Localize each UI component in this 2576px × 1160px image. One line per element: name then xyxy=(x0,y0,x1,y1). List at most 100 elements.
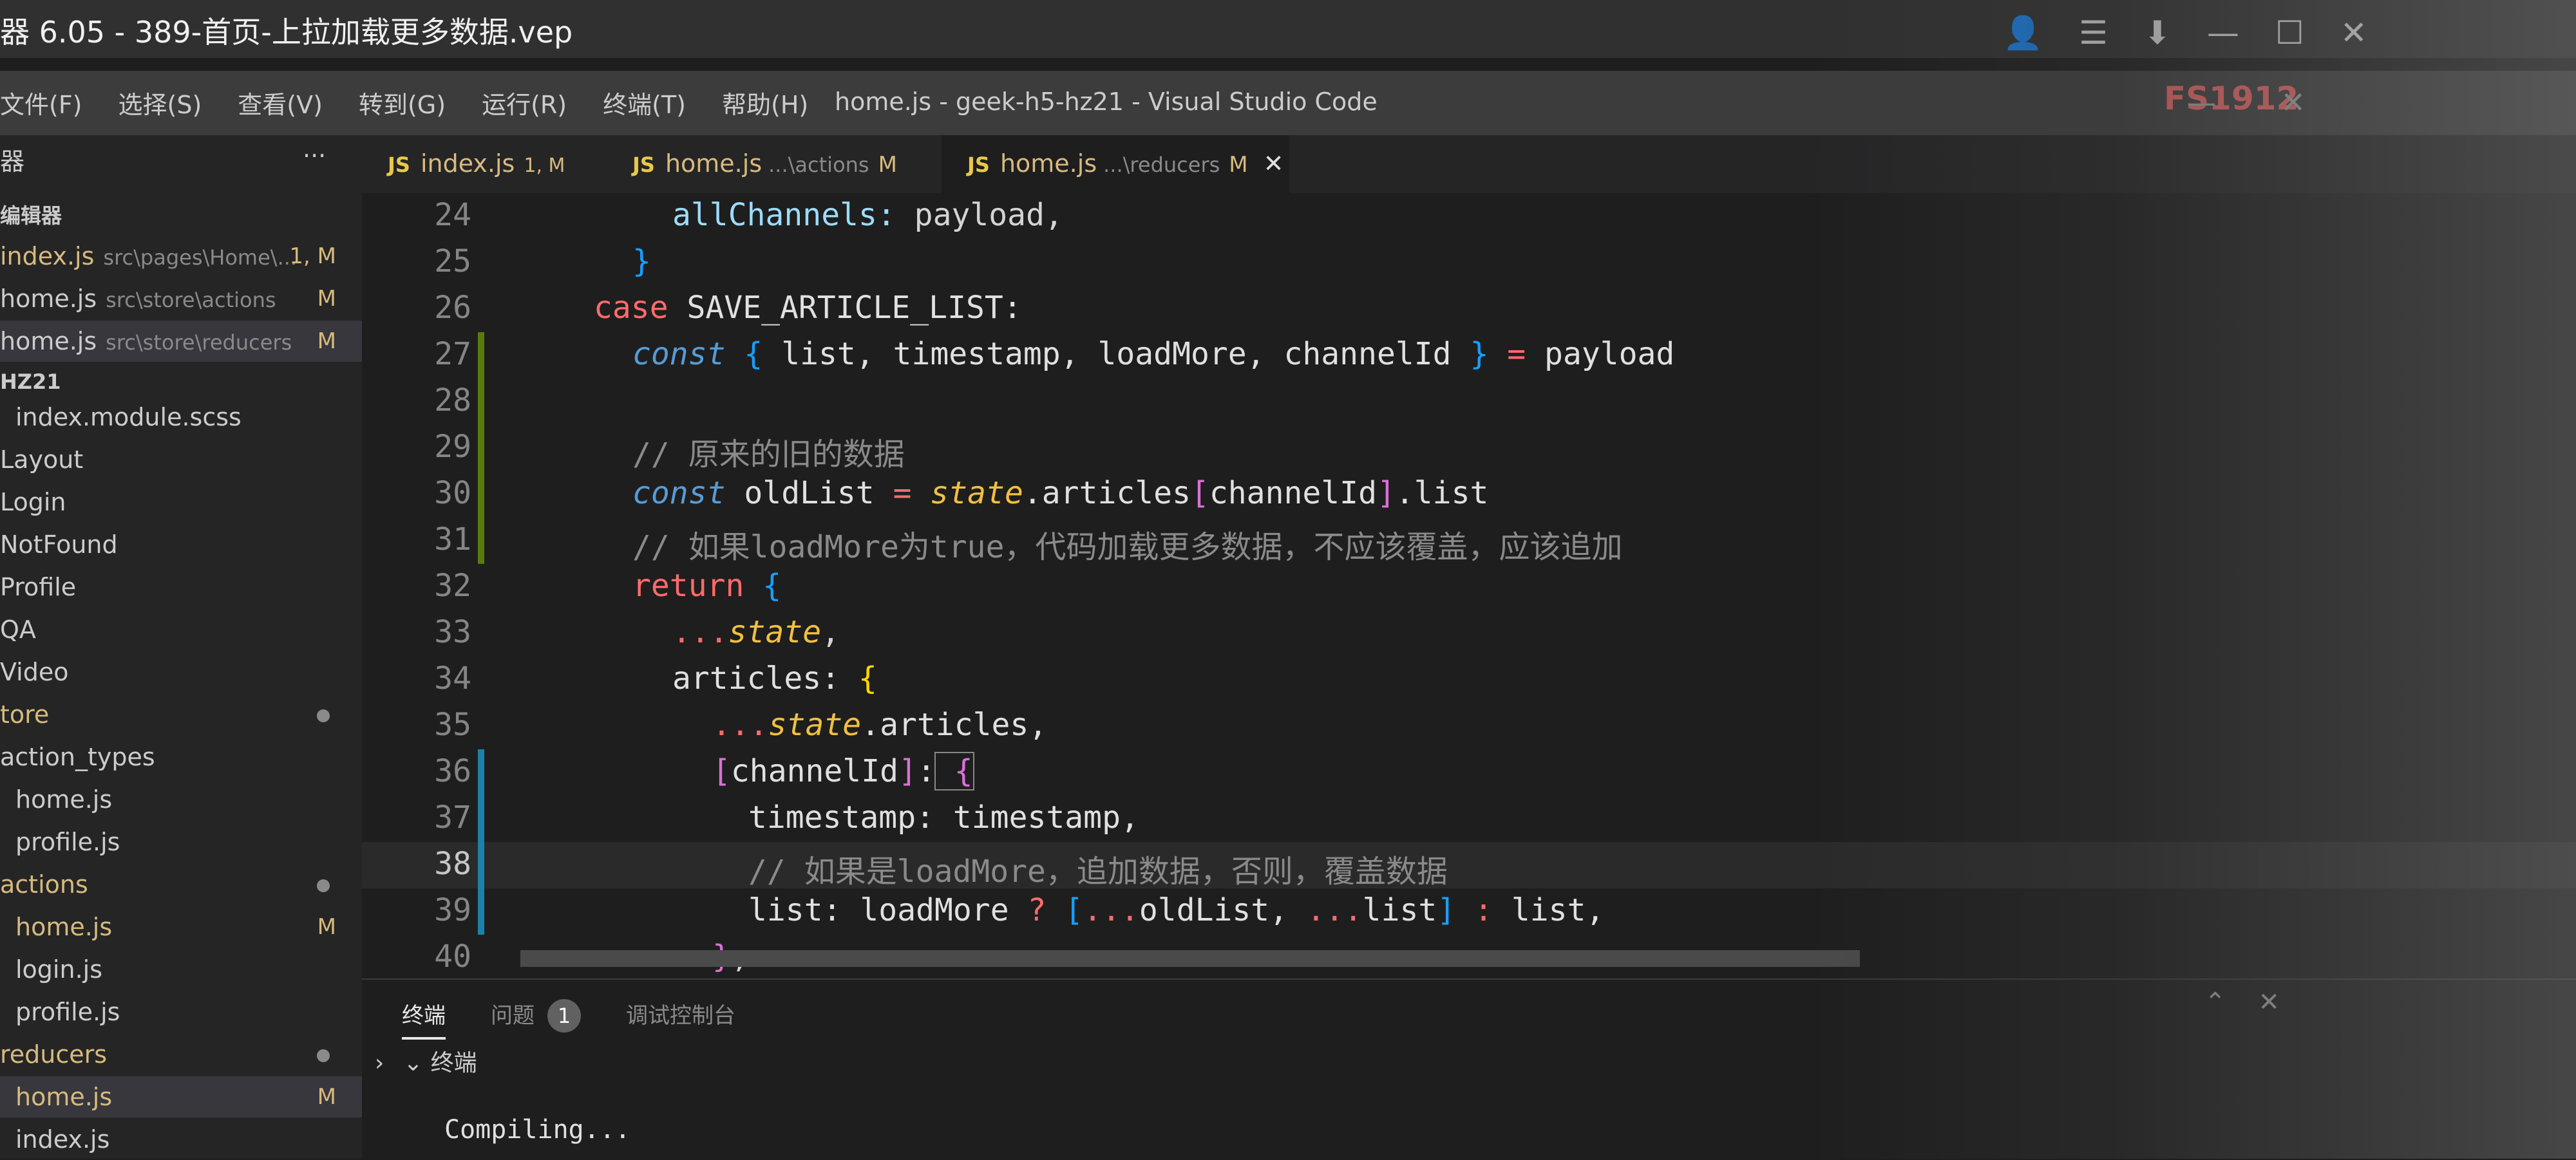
tree-item[interactable]: Profile xyxy=(0,566,362,608)
menu-go[interactable]: 转到(G) xyxy=(359,85,446,120)
close-window-icon[interactable]: ✕ xyxy=(2280,85,2306,120)
tree-folder[interactable]: action_types xyxy=(0,736,362,778)
code-token: ... xyxy=(1288,892,1363,928)
menu-file[interactable]: 文件(F) xyxy=(0,85,82,120)
user-icon[interactable]: 👤 xyxy=(2003,14,2043,52)
code-line: 25} xyxy=(362,239,2576,286)
open-editor-item[interactable]: home.js src\store\reducers M xyxy=(0,321,362,362)
file-badge: M xyxy=(317,328,336,354)
tab-debug-console[interactable]: 调试控制台 xyxy=(626,998,735,1040)
tree-item[interactable]: login.js xyxy=(0,949,362,990)
menu-view[interactable]: 查看(V) xyxy=(238,85,323,120)
tree-folder[interactable]: tore xyxy=(0,694,362,735)
download-icon[interactable]: ⬇ xyxy=(2144,14,2171,52)
tree-item[interactable]: Video xyxy=(0,651,362,693)
code-token: return xyxy=(632,568,744,604)
code-token: payload, xyxy=(895,197,1063,233)
tree-item[interactable]: profile.js xyxy=(0,821,362,863)
tree-item[interactable]: index.module.scss xyxy=(0,397,362,438)
tree-item[interactable]: home.js M xyxy=(0,906,362,948)
close-icon[interactable]: ✕ xyxy=(2340,14,2367,52)
line-number: 25 xyxy=(434,243,471,279)
maximize-icon[interactable]: ☐ xyxy=(2275,14,2304,52)
code-token: state xyxy=(911,475,1023,511)
menu-help[interactable]: 帮助(H) xyxy=(722,85,808,120)
code-line: 34 articles: { xyxy=(362,657,2576,703)
tree-folder[interactable]: reducers xyxy=(0,1034,362,1075)
tree-item[interactable]: profile.js xyxy=(0,991,362,1033)
code-editor[interactable]: 24 allChannels: payload, 25} 26 case SAVE_… xyxy=(362,193,2576,978)
git-added-marker xyxy=(478,379,484,425)
code-token: .list xyxy=(1395,475,1489,511)
git-added-marker xyxy=(478,332,484,379)
tree-item[interactable]: home.js xyxy=(0,779,362,820)
tab-terminal[interactable]: 终端 xyxy=(402,998,446,1040)
open-editor-item[interactable]: index.js src\pages\Home\... 1, M xyxy=(0,236,362,277)
tree-item[interactable]: NotFound xyxy=(0,524,362,565)
line-number: 33 xyxy=(434,614,471,650)
window-title: home.js - geek-h5-hz21 - Visual Studio C… xyxy=(835,88,1378,116)
open-editor-item[interactable]: home.js src\store\actions M xyxy=(0,278,362,319)
code-line: 27 const { list, timestamp, loadMore, cha… xyxy=(362,332,2576,379)
explorer-label: 器 xyxy=(0,147,25,176)
code-token: ... xyxy=(712,707,768,743)
player-controls: 👤 ☰ ⬇ — ☐ ✕ xyxy=(2003,14,2367,52)
player-title-bar: 器 6.05 - 389-首页-上拉加载更多数据.vep 👤 ☰ ⬇ — ☐ ✕ xyxy=(0,0,2576,58)
code-token: } xyxy=(632,243,651,279)
tab-home-actions[interactable]: JS home.js ...\actions M xyxy=(607,135,942,193)
file-path: src\store\reducers xyxy=(106,330,292,355)
code-token: oldList, xyxy=(1139,892,1289,928)
tree-item[interactable]: Login xyxy=(0,482,362,523)
tree-item-label: action_types xyxy=(0,743,155,771)
open-editors-header[interactable]: 编辑器 xyxy=(0,193,362,234)
tree-item[interactable]: home.js M xyxy=(0,1076,362,1118)
tab-close-icon[interactable]: ✕ xyxy=(1264,149,1284,178)
horizontal-scrollbar[interactable] xyxy=(520,950,1860,967)
tree-item[interactable]: Layout xyxy=(0,439,362,480)
tab-path: ...\reducers xyxy=(1103,153,1220,177)
close-panel-icon[interactable]: ✕ xyxy=(2258,987,2280,1017)
chevron-up-icon[interactable]: ⌃ xyxy=(2204,987,2226,1017)
tree-item-label: Video xyxy=(0,658,69,686)
code-token: payload xyxy=(1526,336,1675,372)
tab-home-reducers[interactable]: JS home.js ...\reducers M ✕ xyxy=(942,135,1289,193)
terminal-output: Compiling... xyxy=(444,1115,630,1145)
tree-item[interactable]: QA xyxy=(0,609,362,650)
tree-item-label: Login xyxy=(0,488,66,516)
code-line: 29 // 原来的旧的数据 xyxy=(362,425,2576,472)
tab-problems[interactable]: 问题 1 xyxy=(491,998,581,1040)
code-token: { xyxy=(744,568,782,604)
file-badge: M xyxy=(317,914,336,940)
chevron-down-icon[interactable]: ⌄ xyxy=(403,1050,422,1076)
menu-selection[interactable]: 选择(S) xyxy=(118,85,202,120)
menu-run[interactable]: 运行(R) xyxy=(482,85,567,120)
terminal-header[interactable]: › ⌄ 终端 xyxy=(375,1044,477,1078)
tab-index-js[interactable]: JS index.js 1, M xyxy=(362,135,607,193)
code-token: list, xyxy=(1492,892,1605,928)
code-token: { xyxy=(934,752,974,790)
tree-item-label: profile.js xyxy=(15,828,120,856)
minimize-window-icon[interactable]: — xyxy=(2186,85,2216,120)
tree-item[interactable]: index.js xyxy=(0,1119,362,1159)
git-modified-marker xyxy=(478,888,484,935)
code-token: list, timestamp, loadMore, channelId xyxy=(762,336,1452,372)
code-comment: // 如果是loadMore，追加数据，否则，覆盖数据 xyxy=(748,854,1448,890)
tree-folder[interactable]: actions xyxy=(0,864,362,905)
code-line: 37 timestamp: timestamp, xyxy=(362,796,2576,842)
git-modified-marker xyxy=(478,749,484,796)
line-number: 35 xyxy=(434,707,471,743)
list-icon[interactable]: ☰ xyxy=(2079,14,2108,52)
more-actions-icon[interactable]: ··· xyxy=(303,142,326,170)
tree-item-label: Profile xyxy=(0,573,77,601)
code-line: 31 // 如果loadMore为true，代码加载更多数据，不应该覆盖，应该追加 xyxy=(362,518,2576,565)
file-name: index.js xyxy=(0,242,95,270)
minimize-icon[interactable]: — xyxy=(2207,14,2239,52)
chevron-right-icon[interactable]: › xyxy=(375,1050,384,1076)
code-token: [ xyxy=(1190,475,1209,511)
code-token: } xyxy=(1451,336,1489,372)
code-line: 26 case SAVE_ARTICLE_LIST: xyxy=(362,286,2576,332)
tree-item-label: tore xyxy=(0,700,50,729)
line-number: 26 xyxy=(434,290,471,326)
code-token: [ xyxy=(712,753,731,789)
menu-terminal[interactable]: 终端(T) xyxy=(603,85,686,120)
